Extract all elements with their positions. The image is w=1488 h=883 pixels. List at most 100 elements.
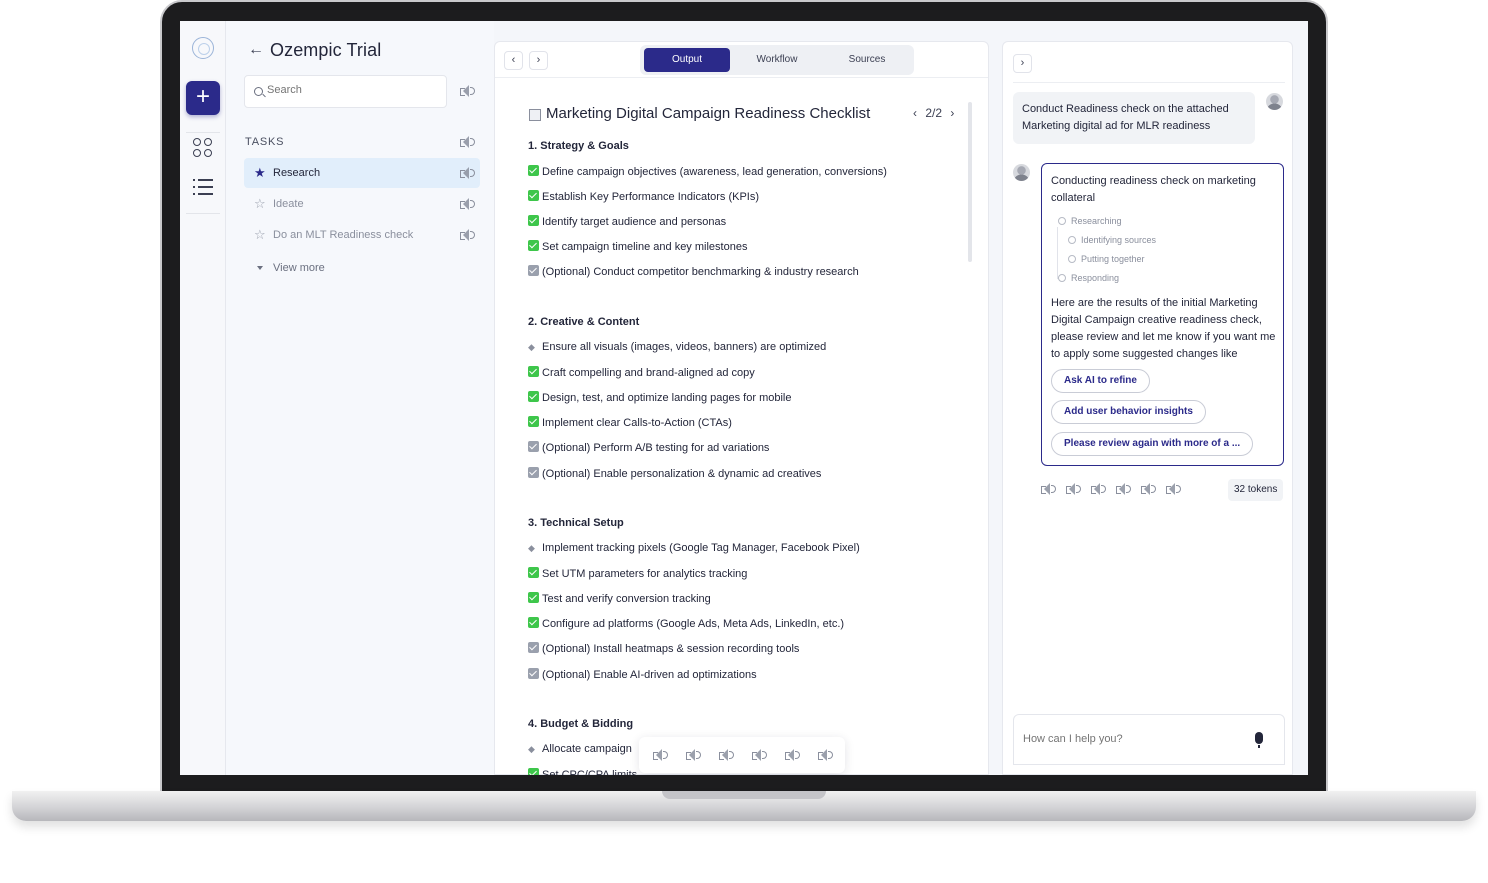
speaker-icon[interactable]: [752, 749, 767, 761]
task-label: Ideate: [273, 198, 304, 210]
speaker-icon[interactable]: [1091, 483, 1106, 495]
chat-panel: › Conduct Readiness check on the attache…: [1002, 41, 1293, 775]
list-icon[interactable]: [193, 178, 213, 198]
search-box[interactable]: [244, 75, 447, 108]
checklist-item-text: (Optional) Install heatmaps & session re…: [542, 643, 800, 656]
tasks-panel: ← Ozempic Trial TASKS ★ Research ☆ Ideat…: [226, 21, 494, 775]
microphone-icon[interactable]: [1255, 732, 1263, 748]
chat-input[interactable]: [1023, 733, 1243, 745]
brand-logo-icon: [192, 37, 214, 59]
prev-button[interactable]: ‹: [504, 51, 523, 70]
task-label: Do an MLT Readiness check: [273, 229, 414, 241]
step-circle-icon: [1068, 236, 1076, 244]
new-item-button[interactable]: +: [186, 81, 220, 115]
checkbox-checked-icon: [528, 366, 539, 378]
checklist-item-text: (Optional) Conduct competitor benchmarki…: [542, 266, 859, 279]
speaker-icon[interactable]: [653, 749, 668, 761]
task-item-mlt-readiness[interactable]: ☆ Do an MLT Readiness check: [244, 220, 480, 250]
speaker-icon[interactable]: [785, 749, 800, 761]
checklist-item: (Optional) Enable personalization & dyna…: [528, 466, 821, 480]
star-outline-icon[interactable]: ☆: [254, 228, 266, 241]
pager: ‹ 2/2 ›: [913, 106, 954, 120]
suggestion-chip[interactable]: Please review again with more of a ...: [1051, 432, 1254, 456]
scrollbar[interactable]: [968, 102, 972, 262]
checkbox-optional-icon: [528, 466, 539, 478]
speaker-icon[interactable]: [719, 749, 734, 761]
suggestion-chip[interactable]: Ask AI to refine: [1051, 369, 1150, 393]
tab-output[interactable]: Output: [644, 48, 730, 72]
document-icon: [529, 109, 541, 121]
checkbox-checked-icon: [528, 391, 539, 403]
checklist-item-text: Ensure all visuals (images, videos, bann…: [542, 341, 827, 353]
chat-input-box[interactable]: [1013, 714, 1285, 765]
speaker-icon[interactable]: [1116, 483, 1131, 495]
checklist-item: Identify target audience and personas: [528, 215, 726, 228]
checklist-item: Craft compelling and brand-aligned ad co…: [528, 366, 755, 379]
checkbox-checked-icon: [528, 240, 539, 252]
chevron-left-icon[interactable]: ‹: [913, 106, 917, 120]
star-outline-icon[interactable]: ☆: [254, 197, 266, 210]
speaker-icon[interactable]: [1041, 483, 1056, 495]
checklist-item: Define campaign objectives (awareness, l…: [528, 165, 887, 178]
speaker-icon[interactable]: [460, 167, 475, 179]
checklist-item-text: Establish Key Performance Indicators (KP…: [542, 191, 760, 204]
checkbox-optional-icon: [528, 265, 539, 277]
steps-connector: [1057, 227, 1058, 279]
page-indicator: 2/2: [925, 106, 943, 120]
chevron-down-icon[interactable]: [257, 266, 263, 270]
project-title: Ozempic Trial: [270, 40, 382, 60]
app-screen: + ← Ozempic Trial TASKS ★ Research ☆ Id: [180, 21, 1308, 775]
step-circle-icon: [1058, 217, 1066, 225]
back-arrow-icon[interactable]: ←: [248, 41, 264, 59]
floating-audio-toolbar: [639, 737, 845, 773]
checkbox-optional-icon: [528, 642, 539, 654]
speaker-icon[interactable]: [1141, 483, 1156, 495]
speaker-icon[interactable]: [686, 749, 701, 761]
tab-sources[interactable]: Sources: [824, 48, 910, 72]
collapse-button[interactable]: ›: [1013, 54, 1032, 73]
checklist-item-text: (Optional) Enable AI-driven ad optimizat…: [542, 668, 757, 681]
chevron-right-icon[interactable]: ›: [950, 106, 954, 120]
response-actions: [1041, 483, 1201, 497]
speaker-icon[interactable]: [460, 229, 475, 241]
speaker-icon[interactable]: [1066, 483, 1081, 495]
rail-divider: [186, 213, 220, 214]
task-item-ideate[interactable]: ☆ Ideate: [244, 189, 480, 219]
task-item-research[interactable]: ★ Research: [244, 158, 480, 188]
view-more-link[interactable]: View more: [273, 262, 325, 274]
item-emoji-icon: ◆: [528, 342, 535, 352]
icon-rail: +: [180, 21, 226, 775]
apps-grid-icon[interactable]: [193, 138, 213, 158]
checklist-item-text: Set campaign timeline and key milestones: [542, 241, 748, 254]
checklist-item: Set UTM parameters for analytics trackin…: [528, 567, 747, 580]
laptop-base: [12, 791, 1476, 821]
section-heading: 2. Creative & Content: [528, 316, 640, 328]
checklist-item: ◆ Implement tracking pixels (Google Tag M…: [528, 542, 860, 554]
chat-divider: [1013, 82, 1285, 83]
checklist-item: Test and verify conversion tracking: [528, 592, 711, 605]
checklist-item: (Optional) Perform A/B testing for ad va…: [528, 441, 769, 454]
star-filled-icon[interactable]: ★: [254, 166, 266, 179]
suggestion-chip[interactable]: Add user behavior insights: [1051, 400, 1206, 424]
assistant-intro: Conducting readiness check on marketing …: [1051, 175, 1256, 204]
speaker-icon[interactable]: [818, 749, 833, 761]
checklist-item: Establish Key Performance Indicators (KP…: [528, 190, 759, 203]
assistant-avatar: [1013, 164, 1030, 181]
chat-bottom-divider: [1013, 764, 1285, 765]
checkbox-checked-icon: [528, 592, 539, 604]
speaker-icon[interactable]: [460, 136, 475, 148]
search-input[interactable]: [267, 84, 437, 96]
speaker-icon[interactable]: [1166, 483, 1181, 495]
speaker-icon[interactable]: [460, 198, 475, 210]
section-heading: 3. Technical Setup: [528, 517, 624, 529]
checklist-item-text: Design, test, and optimize landing pages…: [542, 392, 792, 405]
tab-workflow[interactable]: Workflow: [734, 48, 820, 72]
speaker-icon[interactable]: [460, 85, 475, 97]
user-message: Conduct Readiness check on the attached …: [1013, 92, 1255, 144]
plus-icon: +: [195, 83, 210, 110]
checklist-item: (Optional) Install heatmaps & session re…: [528, 642, 799, 655]
checklist-item: Implement clear Calls-to-Action (CTAs): [528, 416, 732, 429]
next-button[interactable]: ›: [529, 51, 548, 70]
item-emoji-icon: ◆: [528, 543, 535, 553]
item-emoji-icon: ◆: [528, 744, 535, 754]
